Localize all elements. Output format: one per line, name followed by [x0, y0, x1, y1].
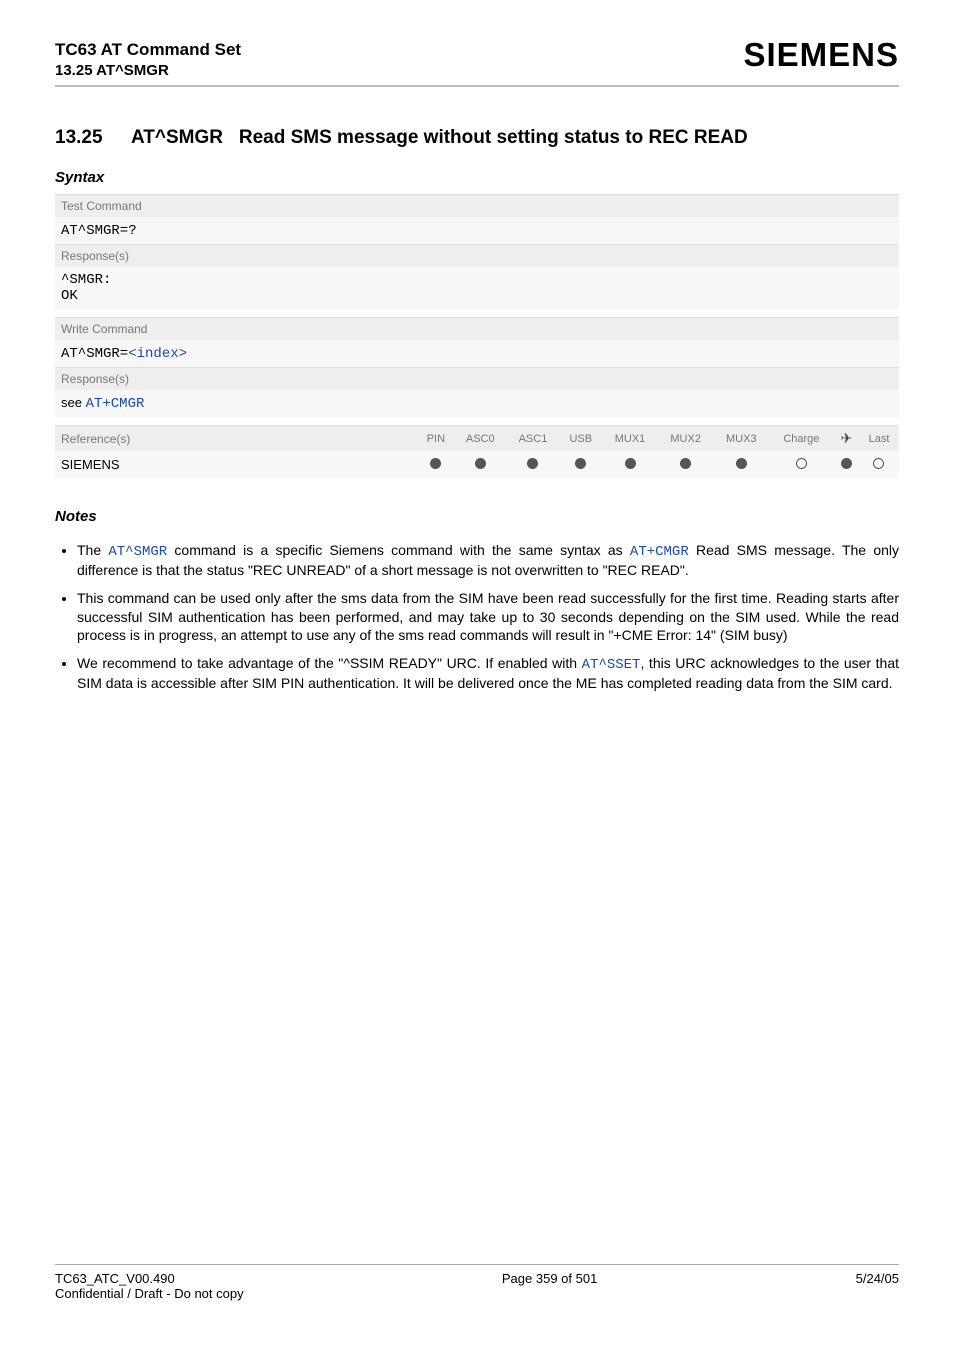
footer-left: TC63_ATC_V00.490 Confidential / Draft - …: [55, 1271, 244, 1301]
note3-pre: We recommend to take advantage of the "^…: [77, 655, 582, 671]
note1-cmd1-link[interactable]: AT^SMGR: [108, 544, 167, 560]
col-pin: PIN: [418, 426, 454, 452]
col-usb: USB: [559, 426, 602, 452]
test-command: AT^SMGR=?: [61, 223, 137, 239]
footer-date: 5/24/05: [856, 1271, 899, 1301]
footer-confidential: Confidential / Draft - Do not copy: [55, 1286, 244, 1301]
write-command-label: Write Command: [55, 318, 899, 341]
dot-charge: [769, 451, 834, 478]
col-last: Last: [859, 426, 899, 452]
col-mux2: MUX2: [658, 426, 714, 452]
header-left: TC63 AT Command Set 13.25 AT^SMGR: [55, 40, 241, 79]
airplane-icon: ✈: [840, 430, 852, 446]
write-response-link[interactable]: AT+CMGR: [86, 396, 145, 412]
syntax-table: Test Command AT^SMGR=? Response(s) ^SMGR…: [55, 194, 899, 478]
dot-last: [859, 451, 899, 478]
section-title-rest: Read SMS message without setting status …: [239, 127, 748, 148]
dot-mux2: [658, 451, 714, 478]
dot-asc0: [454, 451, 507, 478]
col-asc1: ASC1: [507, 426, 560, 452]
doc-title: TC63 AT Command Set: [55, 40, 241, 60]
note1-pre: The: [77, 542, 108, 558]
dot-asc1: [507, 451, 560, 478]
test-command-label: Test Command: [55, 195, 899, 218]
references-label: Reference(s): [55, 426, 418, 452]
dot-usb: [559, 451, 602, 478]
col-charge: Charge: [769, 426, 834, 452]
note-item-3: We recommend to take advantage of the "^…: [77, 654, 899, 692]
write-command-param-link[interactable]: <index>: [128, 346, 187, 362]
note-item-2: This command can be used only after the …: [77, 589, 899, 644]
footer-page-number: Page 359 of 501: [244, 1271, 856, 1301]
dot-mux3: [713, 451, 769, 478]
syntax-heading: Syntax: [55, 169, 899, 186]
write-response-prefix: see: [61, 395, 86, 410]
col-mux1: MUX1: [602, 426, 658, 452]
page-footer: TC63_ATC_V00.490 Confidential / Draft - …: [55, 1264, 899, 1301]
col-mux3: MUX3: [713, 426, 769, 452]
notes-heading: Notes: [55, 508, 899, 525]
notes-list: The AT^SMGR command is a specific Siemen…: [55, 541, 899, 702]
note3-cmd-link[interactable]: AT^SSET: [582, 657, 641, 673]
section-reference: 13.25 AT^SMGR: [55, 62, 241, 79]
write-command-prefix: AT^SMGR=: [61, 346, 128, 362]
note1-cmd2-link[interactable]: AT+CMGR: [630, 544, 689, 560]
dot-pin: [418, 451, 454, 478]
dot-mux1: [602, 451, 658, 478]
section-number: 13.25: [55, 127, 131, 149]
brand-logo: SIEMENS: [743, 36, 899, 74]
dot-air: [834, 451, 859, 478]
write-responses-label: Response(s): [55, 368, 899, 391]
test-response-line1: ^SMGR:: [61, 272, 893, 288]
note-item-1: The AT^SMGR command is a specific Siemen…: [77, 541, 899, 579]
footer-doc-id: TC63_ATC_V00.490: [55, 1271, 244, 1286]
test-response-line2: OK: [61, 288, 893, 304]
responses-label: Response(s): [55, 245, 899, 268]
section-cmd: AT^SMGR: [131, 127, 223, 148]
section-title-text: AT^SMGR Read SMS message without setting…: [131, 127, 899, 149]
col-asc0: ASC0: [454, 426, 507, 452]
page-header: TC63 AT Command Set 13.25 AT^SMGR SIEMEN…: [55, 40, 899, 87]
section-heading: 13.25 AT^SMGR Read SMS message without s…: [55, 127, 899, 149]
note1-mid: command is a specific Siemens command wi…: [167, 542, 630, 558]
references-value: SIEMENS: [55, 451, 418, 478]
